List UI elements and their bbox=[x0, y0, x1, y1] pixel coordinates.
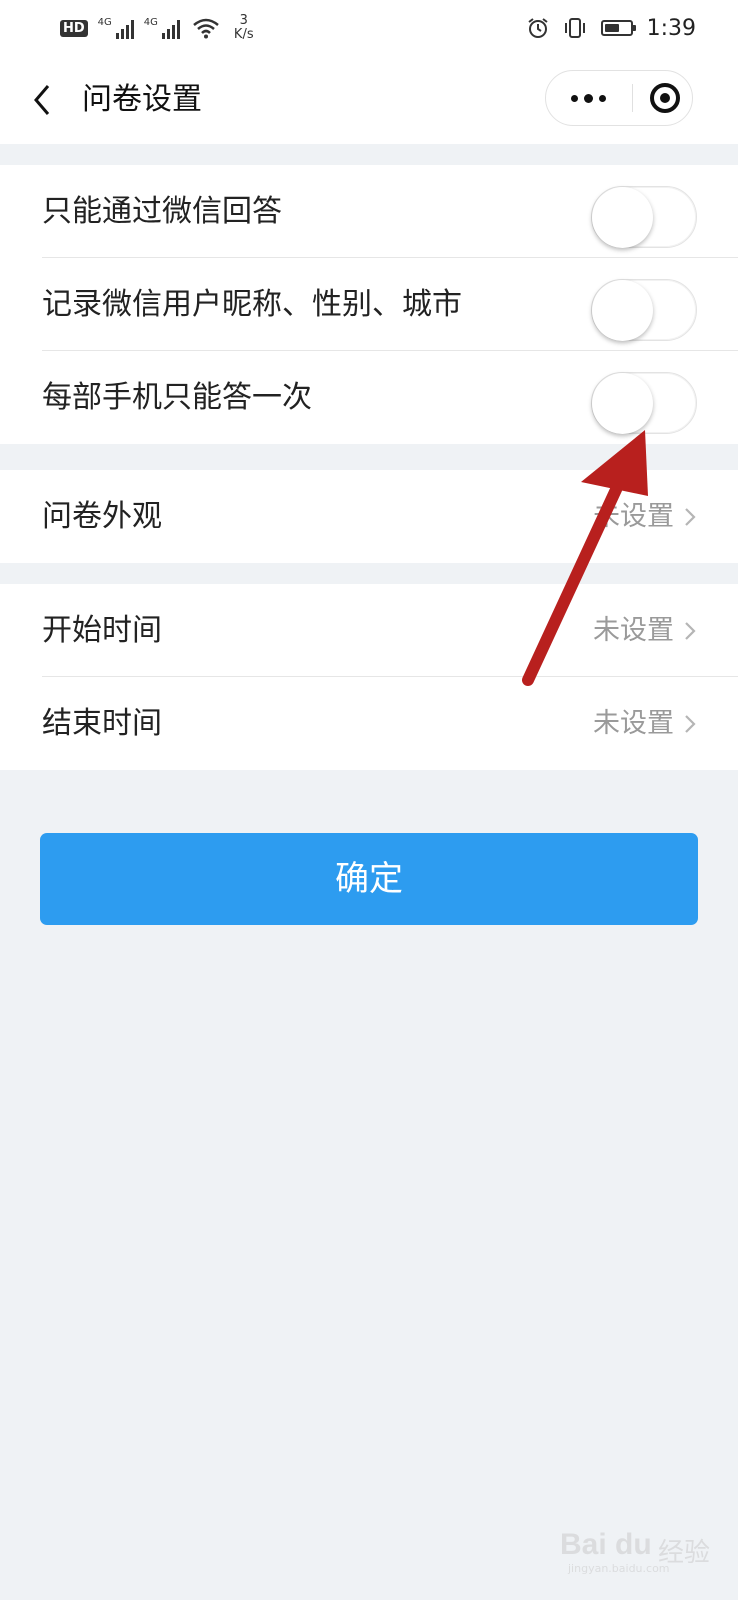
vibrate-icon bbox=[564, 18, 585, 38]
page-title: 问卷设置 bbox=[82, 82, 202, 117]
more-button[interactable] bbox=[546, 71, 630, 125]
toggle-knob bbox=[592, 373, 653, 434]
baidu-watermark: Bai du 经验 jingyan.baidu.com bbox=[560, 1522, 720, 1578]
close-mini-program-button[interactable] bbox=[638, 71, 692, 125]
signal-icon: 4G bbox=[144, 17, 180, 39]
time-group: 开始时间 未设置 结束时间 未设置 bbox=[0, 584, 738, 770]
start-time-value: 未设置 bbox=[593, 615, 674, 646]
speed-value: 3 bbox=[239, 13, 248, 28]
switch-row-wechat-only: 只能通过微信回答 bbox=[0, 165, 738, 258]
sim2-network-label: 4G bbox=[143, 17, 158, 28]
appearance-group: 问卷外观 未设置 bbox=[0, 470, 738, 563]
chevron-right-icon bbox=[685, 508, 696, 526]
nav-bar: 问卷设置 bbox=[0, 56, 738, 144]
hd-badge: HD bbox=[60, 19, 88, 37]
more-dot-icon bbox=[598, 94, 606, 102]
battery-level bbox=[604, 24, 619, 32]
end-time-value: 未设置 bbox=[593, 708, 674, 739]
record-user-info-toggle[interactable] bbox=[591, 279, 697, 341]
start-time-label: 开始时间 bbox=[42, 613, 162, 648]
sim1-network-label: 4G bbox=[97, 17, 112, 28]
watermark-url: jingyan.baidu.com bbox=[568, 1562, 670, 1575]
signal-icon: 4G bbox=[98, 17, 134, 39]
switch-label: 记录微信用户昵称、性别、城市 bbox=[42, 287, 462, 322]
confirm-button[interactable]: 确定 bbox=[40, 833, 698, 925]
toggle-knob bbox=[592, 187, 653, 248]
end-time-label: 结束时间 bbox=[42, 706, 162, 741]
end-time-row[interactable]: 结束时间 未设置 bbox=[0, 677, 738, 770]
target-icon bbox=[650, 83, 680, 113]
wechat-only-toggle[interactable] bbox=[591, 186, 697, 248]
network-speed: 3 K/s bbox=[234, 14, 254, 42]
switch-label: 每部手机只能答一次 bbox=[42, 380, 312, 415]
status-right: 1:39 bbox=[527, 10, 696, 46]
chevron-right-icon bbox=[685, 622, 696, 640]
watermark-logo: Bai du bbox=[560, 1528, 652, 1561]
status-bar: HD 4G 4G 3 K/s 1:39 bbox=[0, 0, 738, 56]
chevron-right-icon bbox=[685, 715, 696, 733]
more-dot-icon bbox=[583, 93, 593, 103]
capsule-divider bbox=[632, 84, 633, 112]
start-time-row[interactable]: 开始时间 未设置 bbox=[0, 584, 738, 677]
battery-icon bbox=[600, 20, 636, 36]
back-button[interactable] bbox=[26, 80, 66, 120]
switch-label: 只能通过微信回答 bbox=[42, 194, 282, 229]
status-left: HD 4G 4G 3 K/s bbox=[60, 10, 254, 46]
speed-unit: K/s bbox=[233, 27, 254, 42]
one-answer-per-phone-toggle[interactable] bbox=[591, 372, 697, 434]
toggle-knob bbox=[592, 280, 653, 341]
switch-row-record-user-info: 记录微信用户昵称、性别、城市 bbox=[0, 258, 738, 351]
appearance-label: 问卷外观 bbox=[42, 499, 162, 534]
wifi-icon bbox=[193, 18, 219, 39]
chevron-left-icon bbox=[34, 85, 50, 115]
more-dot-icon bbox=[570, 94, 578, 102]
status-time: 1:39 bbox=[646, 15, 696, 41]
appearance-row[interactable]: 问卷外观 未设置 bbox=[0, 470, 738, 563]
switch-row-one-answer-per-phone: 每部手机只能答一次 bbox=[0, 351, 738, 444]
mini-program-capsule bbox=[545, 70, 693, 126]
settings-switch-group: 只能通过微信回答 记录微信用户昵称、性别、城市 每部手机只能答一次 bbox=[0, 165, 738, 444]
appearance-value: 未设置 bbox=[593, 501, 674, 532]
alarm-icon bbox=[527, 18, 548, 38]
